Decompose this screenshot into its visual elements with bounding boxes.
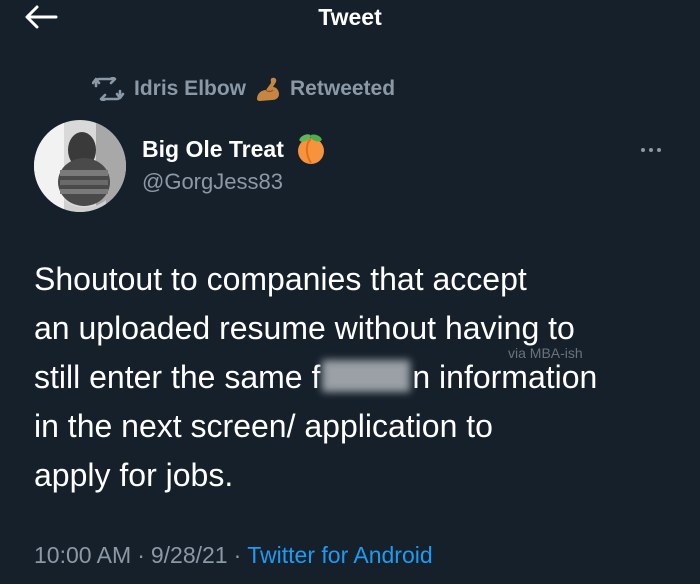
separator-dot: · bbox=[233, 542, 242, 568]
retweeter-name[interactable]: Idris Elbow bbox=[134, 77, 246, 101]
censored-word-blur bbox=[322, 360, 411, 392]
top-bar: Tweet bbox=[0, 0, 700, 36]
tweet-line: in the next screen/ application to bbox=[34, 408, 493, 444]
flexed-biceps-emoji bbox=[257, 77, 280, 101]
author-handle[interactable]: @GorgJess83 bbox=[142, 169, 328, 195]
avatar-image bbox=[34, 120, 126, 212]
tweet-date: 9/28/21 bbox=[150, 542, 228, 568]
more-options-button[interactable] bbox=[636, 140, 666, 160]
tweet-line: Shoutout to companies that accept bbox=[34, 261, 527, 297]
tweet-source-link[interactable]: Twitter for Android bbox=[247, 542, 432, 568]
author-display-name[interactable]: Big Ole Treat bbox=[142, 136, 284, 163]
tweet-line-segment: still enter the same f bbox=[34, 359, 321, 395]
tweet-line-segment: n information bbox=[412, 359, 598, 395]
page-title: Tweet bbox=[318, 4, 382, 30]
ellipsis-icon bbox=[641, 148, 661, 152]
tweet-metadata: 10:00 AM · 9/28/21 · Twitter for Android bbox=[34, 542, 433, 569]
peach-emoji bbox=[297, 134, 324, 164]
watermark: via MBA-ish bbox=[508, 345, 583, 361]
author-avatar[interactable] bbox=[34, 120, 126, 212]
tweet-body: Shoutout to companies that accept an upl… bbox=[34, 255, 674, 500]
retweet-context: Idris Elbow Retweeted bbox=[92, 75, 395, 103]
author-name-row: Big Ole Treat bbox=[142, 133, 328, 165]
tweet-line: apply for jobs. bbox=[34, 457, 234, 493]
author-block: Big Ole Treat @GorgJess83 bbox=[142, 133, 328, 195]
retweeted-label: Retweeted bbox=[290, 77, 396, 100]
tweet-time: 10:00 AM bbox=[34, 542, 132, 568]
retweet-icon bbox=[92, 77, 125, 101]
separator-dot: · bbox=[137, 542, 145, 568]
